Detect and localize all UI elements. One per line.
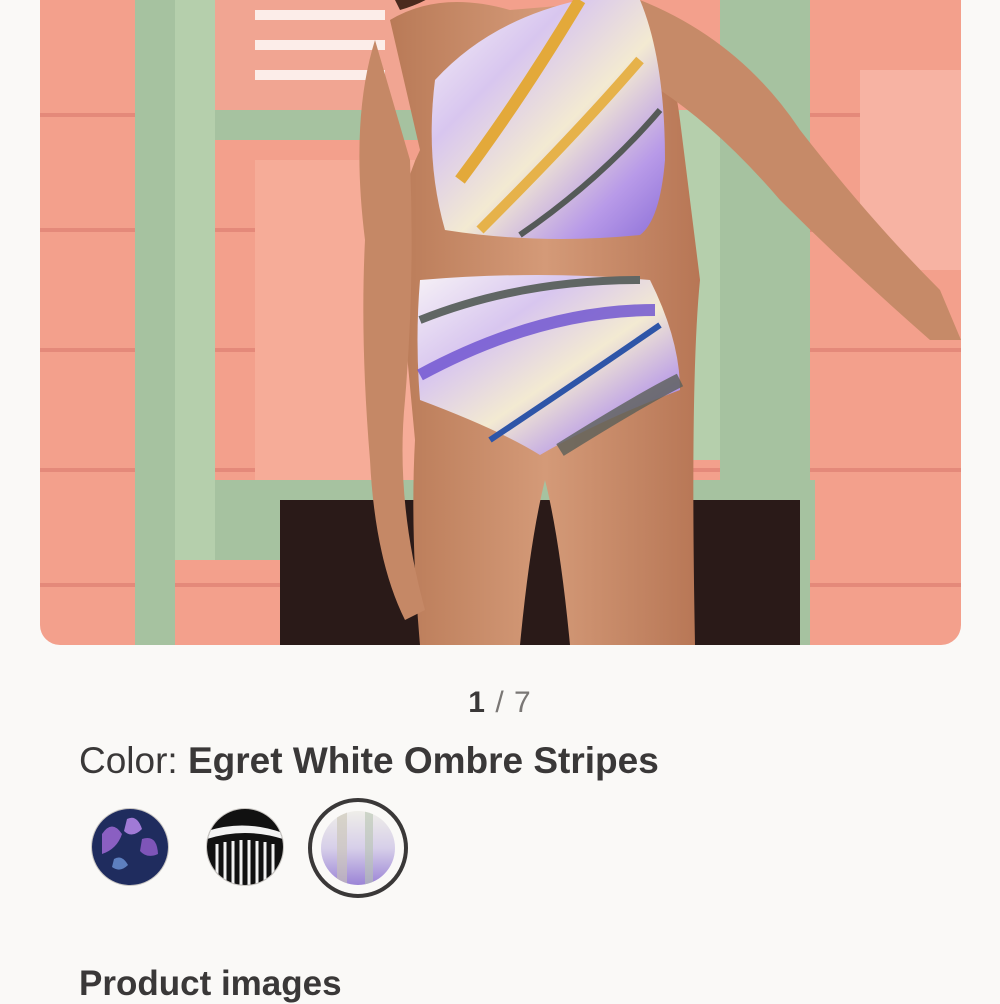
swatch-black-white-stripe[interactable] xyxy=(207,809,283,885)
color-swatch-list xyxy=(88,798,428,900)
page-separator: / xyxy=(495,686,505,719)
black-white-stripe-pattern-icon xyxy=(207,809,283,885)
color-selection-label: Color: Egret White Ombre Stripes xyxy=(79,740,659,782)
product-images-heading: Product images xyxy=(79,964,342,1003)
product-photo-illustration xyxy=(40,0,961,645)
navy-floral-pattern-icon xyxy=(92,809,168,885)
swatch-egret-white-ombre[interactable] xyxy=(321,811,395,885)
color-label: Color: xyxy=(79,740,178,781)
gallery-page-indicator: 1 / 7 xyxy=(0,686,1000,720)
selected-color-name: Egret White Ombre Stripes xyxy=(187,740,659,781)
product-image[interactable] xyxy=(40,0,961,645)
current-page-number: 1 xyxy=(468,686,486,719)
total-pages-number: 7 xyxy=(514,686,532,719)
egret-white-ombre-pattern-icon xyxy=(321,811,395,885)
swatch-navy-floral[interactable] xyxy=(92,809,168,885)
